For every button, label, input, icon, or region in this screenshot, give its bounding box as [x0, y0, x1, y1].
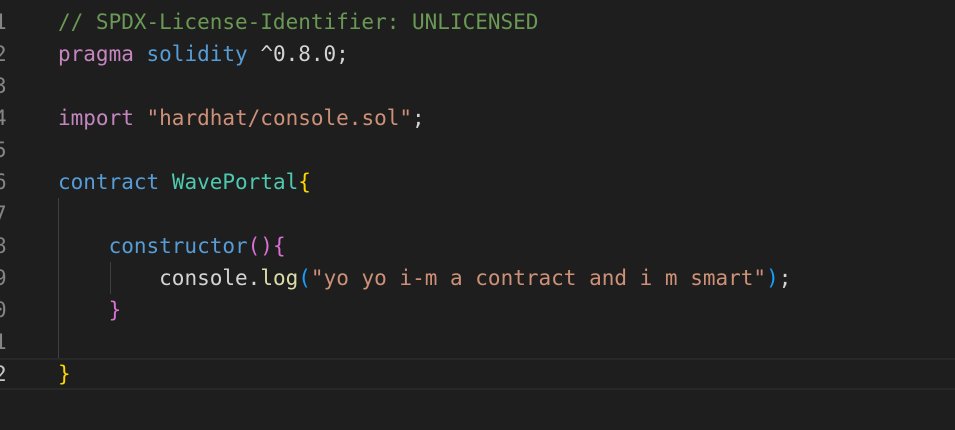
code-token: ^0.8.0;	[247, 42, 349, 66]
code-token: ()	[247, 234, 273, 258]
code-token: pragma	[58, 42, 134, 66]
code-token: .	[247, 266, 261, 290]
code-token: }	[58, 362, 71, 386]
code-token: ;	[778, 266, 792, 290]
code-token: (	[298, 266, 311, 290]
code-text: }	[58, 294, 122, 326]
code-token: {	[298, 170, 311, 194]
line-number: 6	[0, 170, 7, 194]
code-token: }	[108, 298, 122, 322]
code-token: solidity	[146, 42, 248, 66]
code-text: pragma solidity ^0.8.0;	[58, 38, 349, 70]
code-token: import	[58, 106, 134, 130]
line-number: 9	[0, 266, 7, 290]
line-number: 1	[0, 330, 7, 354]
code-line[interactable]: 2}	[0, 358, 955, 390]
code-token: "hardhat/console.sol"	[146, 106, 413, 130]
code-line[interactable]: 1 // SPDX-License-Identifier: UNLICENSED	[0, 6, 955, 38]
code-token: "yo yo i-m a contract and i m smart"	[310, 266, 767, 290]
code-token: ;	[412, 106, 425, 130]
code-token: constructor	[108, 234, 248, 258]
code-text: // SPDX-License-Identifier: UNLICENSED	[58, 6, 538, 38]
code-line[interactable]: 2 pragma solidity ^0.8.0;	[0, 38, 955, 70]
code-line[interactable]: 3	[0, 70, 955, 102]
line-number: 1	[0, 10, 7, 34]
code-line[interactable]: 6 contract WavePortal{	[0, 166, 955, 198]
code-token: log	[260, 266, 299, 290]
code-text: console.log("yo yo i-m a contract and i …	[58, 262, 791, 294]
line-number: 7	[0, 202, 7, 226]
line-number: 5	[0, 138, 7, 162]
code-token: WavePortal	[171, 170, 299, 194]
code-line[interactable]: 9 console.log("yo yo i-m a contract and …	[0, 262, 955, 294]
code-editor[interactable]: 1 // SPDX-License-Identifier: UNLICENSED 2…	[0, 0, 955, 430]
code-text: constructor(){	[58, 230, 286, 262]
code-text: import "hardhat/console.sol";	[58, 102, 425, 134]
code-line[interactable]: 1	[0, 326, 955, 358]
code-text: }	[58, 360, 71, 388]
code-token: )	[766, 266, 779, 290]
code-line[interactable]: 0 }	[0, 294, 955, 326]
code-line[interactable]: 7	[0, 198, 955, 230]
line-number: 3	[0, 74, 7, 98]
code-token: contract	[58, 170, 160, 194]
code-line[interactable]: 4 import "hardhat/console.sol";	[0, 102, 955, 134]
code-line[interactable]: 8 constructor(){	[0, 230, 955, 262]
code-token: {	[272, 234, 286, 258]
code-token: console	[159, 266, 248, 290]
line-number: 2	[0, 42, 7, 66]
line-number: 8	[0, 234, 7, 258]
line-number: 0	[0, 298, 7, 322]
code-text: contract WavePortal{	[58, 166, 311, 198]
code-token: // SPDX-License-Identifier: UNLICENSED	[58, 10, 539, 34]
code-line[interactable]: 5	[0, 134, 955, 166]
line-number: 2	[0, 362, 7, 386]
line-number: 4	[0, 106, 7, 130]
